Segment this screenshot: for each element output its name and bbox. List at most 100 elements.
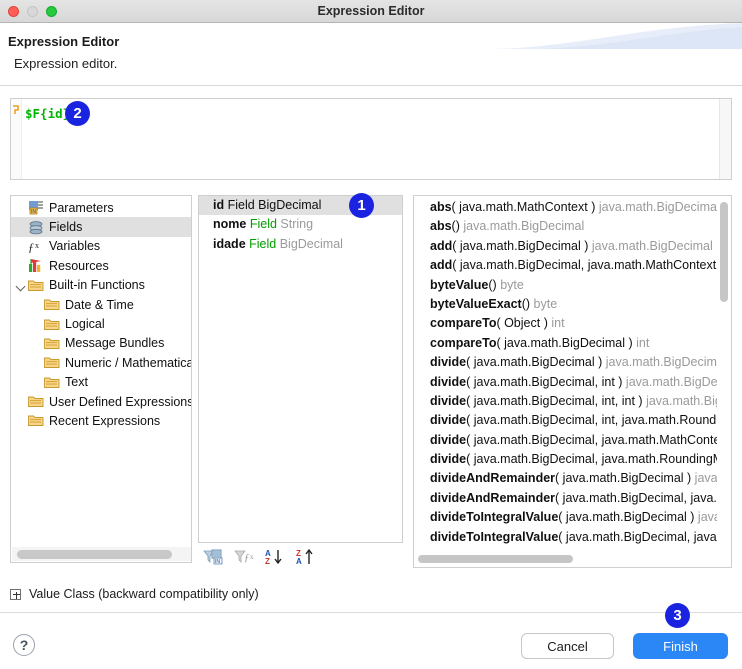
method-name: abs (430, 200, 452, 214)
method-name: divide (430, 393, 467, 408)
method-return-type: java.math.BigDecimal[] (694, 471, 719, 486)
method-row[interactable]: doubleValue() double (414, 547, 719, 550)
svg-text:A: A (296, 557, 302, 566)
annotation-badge-1: 1 (349, 193, 374, 218)
window-titlebar: Expression Editor (0, 0, 742, 23)
help-button[interactable]: ? (13, 634, 35, 656)
sort-az-icon[interactable]: AZ (265, 548, 287, 566)
method-row[interactable]: divide( java.math.BigDecimal, java.math.… (414, 450, 719, 469)
method-row[interactable]: divide( java.math.BigDecimal, int, int )… (414, 392, 719, 411)
method-name: compareTo (430, 316, 497, 331)
method-row[interactable]: compareTo( java.math.BigDecimal ) int (414, 334, 719, 353)
tree-item-numeric-mathematical[interactable]: Numeric / Mathematical (11, 353, 192, 372)
expression-vertical-scrollbar[interactable] (719, 99, 731, 179)
field-kind: Field (227, 198, 255, 212)
tree-item-label: Variables (49, 239, 101, 254)
method-name: divide (430, 413, 467, 428)
tree-item-label: Date & Time (65, 297, 134, 312)
method-row[interactable]: divide( java.math.BigDecimal, java.math.… (414, 431, 719, 450)
method-row[interactable]: abs() java.math.BigDecimal (414, 217, 719, 236)
svg-text:ƒ: ƒ (28, 240, 34, 254)
header-divider (0, 85, 742, 86)
method-row[interactable]: divide( java.math.BigDecimal, int, java.… (414, 411, 719, 430)
value-class-section[interactable]: Value Class (backward compatibility only… (10, 585, 259, 603)
methods-list-panel[interactable]: abs( java.math.MathContext ) java.math.B… (413, 195, 732, 568)
tree-item-variables[interactable]: ƒ x Variables (11, 237, 191, 256)
method-row[interactable]: byteValueExact() byte (414, 295, 719, 314)
method-row[interactable]: divideToIntegralValue( java.math.BigDeci… (414, 508, 719, 527)
method-return-type: java.math.BigDecimal (598, 200, 719, 214)
methods-vertical-scrollbar[interactable] (717, 197, 730, 552)
method-return-type: java.math.BigDecimal (646, 393, 719, 408)
tree-item-date-time[interactable]: Date & Time (11, 295, 191, 314)
method-return-type: byte (533, 296, 558, 311)
tree-horizontal-scrollbar[interactable] (12, 547, 191, 561)
method-name: divide (430, 432, 467, 447)
finish-button[interactable]: Finish (633, 633, 728, 659)
editor-gutter (11, 99, 22, 179)
tree-item-recent-expressions[interactable]: Recent Expressions (11, 411, 191, 430)
annotation-badge-3: 3 (665, 603, 690, 628)
method-args: ( java.math.BigDecimal, java.math.Roundi… (466, 452, 719, 467)
method-row[interactable]: divideToIntegralValue( java.math.BigDeci… (414, 528, 719, 547)
tree-item-message-bundles[interactable]: Message Bundles (11, 334, 191, 353)
field-row[interactable]: idade Field BigDecimal (199, 235, 402, 254)
method-args: ( java.math.BigDecimal, int, java.math.R… (466, 413, 719, 428)
filter-parameters-icon[interactable]: IN (203, 548, 225, 566)
method-args: ( java.math.BigDecimal, int ) (466, 374, 623, 389)
method-row[interactable]: divideAndRemainder( java.math.BigDecimal… (414, 489, 719, 508)
method-return-type: java.math.BigDecimal (625, 374, 719, 389)
tree-item-label: Numeric / Mathematical (65, 355, 192, 370)
method-name: divide (430, 374, 467, 389)
tree-item-built-in-functions[interactable]: Built-in Functions (11, 276, 191, 295)
method-return-type: int (636, 335, 650, 350)
tree-item-text[interactable]: Text (11, 373, 191, 392)
method-args: ( java.math.BigDecimal, int, int ) (466, 393, 643, 408)
method-row[interactable]: divide( java.math.BigDecimal, int ) java… (414, 373, 719, 392)
methods-vscroll-thumb[interactable] (720, 202, 728, 302)
tree-scroll-thumb[interactable] (17, 550, 172, 559)
folder-icon (44, 297, 62, 312)
chevron-down-icon[interactable] (15, 279, 28, 292)
cancel-button[interactable]: Cancel (521, 633, 614, 659)
method-args: () (504, 549, 512, 550)
field-kind: Field (249, 217, 277, 232)
tree-item-resources[interactable]: Resources (11, 256, 191, 275)
method-args: () (521, 296, 531, 311)
tree-item-label: Built-in Functions (49, 278, 145, 293)
method-name: byteValue (430, 277, 489, 292)
method-name: divide (430, 452, 467, 467)
category-tree-panel[interactable]: IN Parameters Fields ƒ x Variables Resources Bu… (10, 195, 192, 563)
field-row[interactable]: nome Field String (199, 215, 402, 234)
folder-icon (28, 413, 46, 428)
tree-item-fields[interactable]: Fields (11, 217, 191, 237)
expression-value: $F{id} (25, 106, 71, 121)
fields-list-panel[interactable]: id Field BigDecimal nome Field String idad… (198, 195, 403, 543)
parameters-icon: IN (28, 200, 46, 215)
method-row[interactable]: add( java.math.BigDecimal, java.math.Mat… (414, 256, 719, 275)
fields-toolbar[interactable]: IN ƒ x A Z Z A (198, 546, 403, 568)
filter-functions-icon[interactable]: ƒx (234, 548, 256, 566)
method-args: ( java.math.BigDecimal, java.math.MathCo… (558, 529, 719, 544)
expression-text-area[interactable]: $F{id} (10, 98, 732, 180)
methods-horizontal-scrollbar[interactable] (415, 552, 718, 566)
tree-item-logical[interactable]: Logical (11, 314, 191, 333)
method-row[interactable]: divide( java.math.BigDecimal ) java.math… (414, 353, 719, 372)
category-tree-list: IN Parameters Fields ƒ x Variables Resources Bu… (11, 198, 192, 431)
method-row[interactable]: abs( java.math.MathContext ) java.math.B… (414, 198, 719, 217)
method-args: ( java.math.MathContext ) (451, 200, 596, 214)
methods-hscroll-thumb[interactable] (418, 555, 573, 563)
expand-plus-icon[interactable] (10, 588, 21, 600)
field-name: idade (213, 236, 246, 251)
method-row[interactable]: compareTo( Object ) int (414, 314, 719, 333)
tree-item-user-defined-expressions[interactable]: User Defined Expressions (11, 392, 191, 411)
methods-list: abs( java.math.MathContext ) java.math.B… (414, 198, 719, 550)
method-row[interactable]: byteValue() byte (414, 276, 719, 295)
sort-za-icon[interactable]: ZA (296, 548, 318, 566)
tree-item-parameters[interactable]: IN Parameters (11, 198, 191, 217)
method-row[interactable]: divideAndRemainder( java.math.BigDecimal… (414, 469, 719, 488)
method-row[interactable]: add( java.math.BigDecimal ) java.math.Bi… (414, 237, 719, 256)
